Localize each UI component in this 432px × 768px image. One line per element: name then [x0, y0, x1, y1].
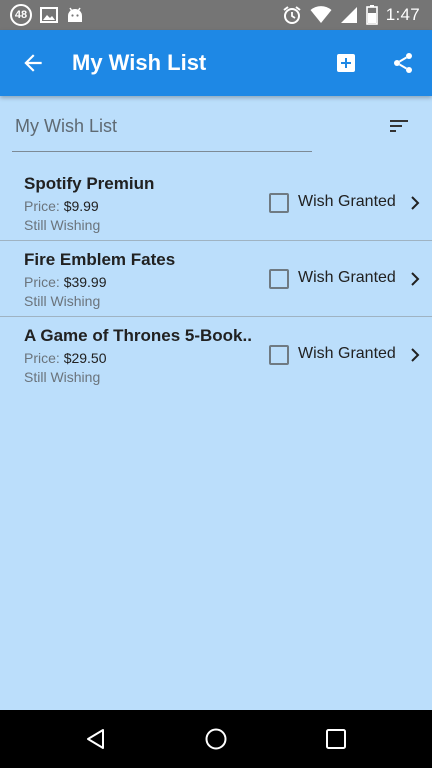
item-status: Still Wishing	[24, 369, 101, 385]
page-title: My Wish List	[72, 50, 207, 75]
battery-icon	[365, 5, 378, 25]
item-status: Still Wishing	[24, 217, 101, 233]
sort-icon[interactable]	[387, 114, 411, 138]
item-price: Price: $9.99	[24, 198, 99, 214]
arrow-back-icon[interactable]	[20, 50, 46, 76]
price-value: $9.99	[63, 198, 99, 214]
add-box-icon[interactable]	[334, 51, 358, 75]
status-bar-left-icons: 48	[10, 4, 84, 26]
app-bar: My Wish List	[0, 30, 432, 96]
item-status: Still Wishing	[24, 293, 101, 309]
wish-granted-label[interactable]: Wish Granted	[298, 193, 396, 211]
android-icon	[68, 7, 82, 22]
alarm-icon	[283, 6, 301, 24]
status-bar-right-icons: 1:47	[282, 4, 420, 26]
notification-count: 48	[14, 8, 28, 21]
item-name: Fire Emblem Fates	[24, 250, 176, 269]
image-icon	[40, 7, 58, 23]
list-name-value: My Wish List	[15, 116, 118, 136]
item-price: Price: $39.99	[24, 274, 107, 290]
price-label: Price:	[24, 350, 60, 366]
item-name: Spotify Premiun	[24, 174, 155, 193]
price-value: $39.99	[63, 274, 107, 290]
wish-granted-checkbox[interactable]	[269, 345, 289, 365]
status-bar: 48 1:47	[0, 0, 432, 30]
chevron-right-icon[interactable]	[408, 346, 422, 364]
list-item[interactable]: A Game of Thrones 5-Book.. Price: $29.50…	[0, 317, 432, 394]
nav-back-icon[interactable]	[84, 727, 108, 751]
wish-granted-label[interactable]: Wish Granted	[298, 269, 396, 287]
list-item[interactable]: Spotify Premiun Price: $9.99 Still Wishi…	[0, 165, 432, 241]
status-time: 1:47	[385, 5, 420, 24]
price-label: Price:	[24, 198, 60, 214]
wish-granted-checkbox[interactable]	[269, 193, 289, 213]
list-name-field[interactable]: My Wish List	[12, 104, 312, 152]
chevron-right-icon[interactable]	[408, 194, 422, 212]
signal-icon	[340, 7, 357, 23]
share-icon[interactable]	[391, 51, 415, 75]
item-name: A Game of Thrones 5-Book..	[24, 326, 252, 345]
nav-home-icon[interactable]	[204, 727, 228, 751]
notification-count-icon: 48	[10, 4, 32, 26]
system-nav-bar	[0, 710, 432, 768]
wish-granted-label[interactable]: Wish Granted	[298, 345, 396, 363]
item-price: Price: $29.50	[24, 350, 107, 366]
price-label: Price:	[24, 274, 60, 290]
wifi-icon	[310, 6, 332, 23]
wish-list: Spotify Premiun Price: $9.99 Still Wishi…	[0, 165, 432, 394]
chevron-right-icon[interactable]	[408, 270, 422, 288]
wish-granted-checkbox[interactable]	[269, 269, 289, 289]
list-item[interactable]: Fire Emblem Fates Price: $39.99 Still Wi…	[0, 241, 432, 317]
nav-recents-icon[interactable]	[324, 727, 348, 751]
price-value: $29.50	[63, 350, 107, 366]
